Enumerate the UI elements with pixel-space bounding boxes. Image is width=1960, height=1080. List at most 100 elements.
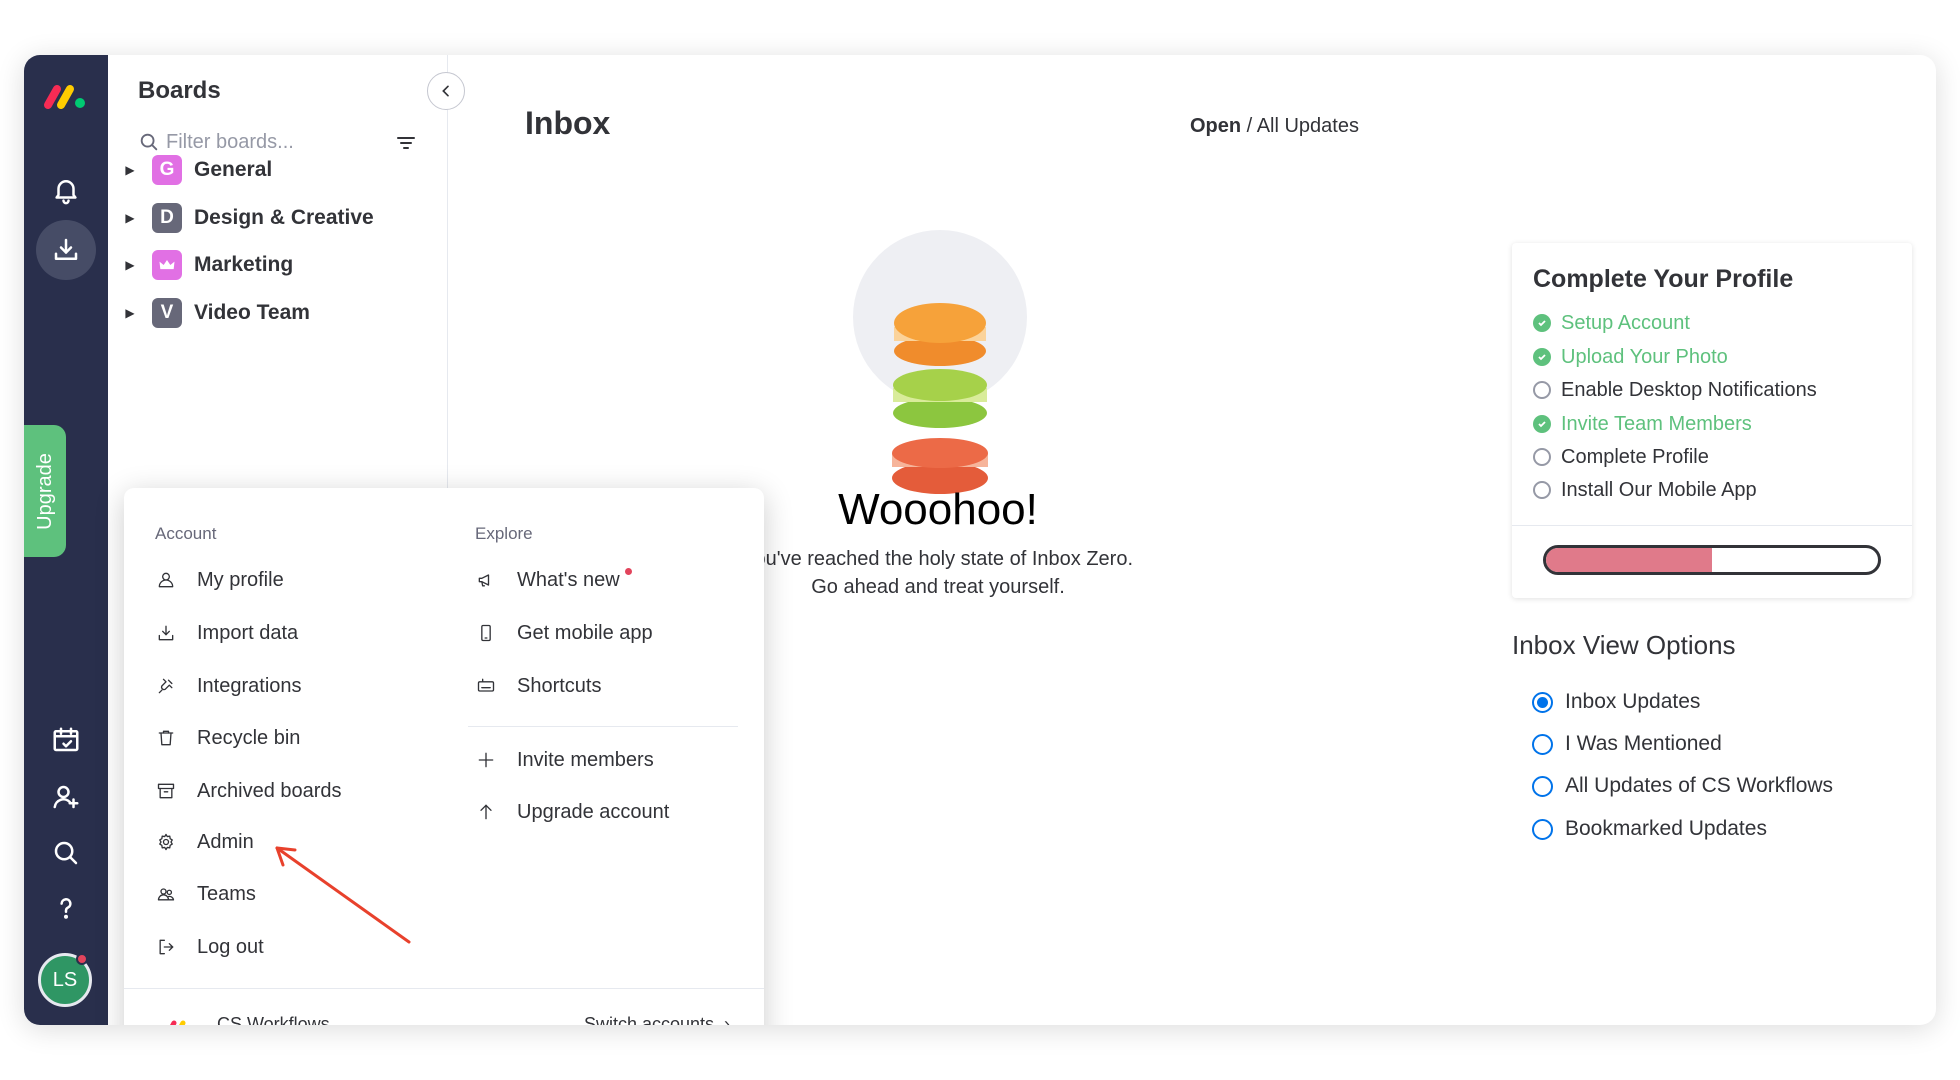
switch-accounts-link[interactable]: Switch accounts › bbox=[584, 1014, 730, 1025]
radio-unselected[interactable] bbox=[1532, 818, 1553, 840]
complete-profile-card: Complete Your Profile Setup Account Uplo… bbox=[1512, 243, 1912, 598]
board-letter-badge: D bbox=[152, 203, 182, 233]
invite-person-icon[interactable] bbox=[34, 767, 98, 827]
archive-box-icon bbox=[155, 780, 177, 802]
gear-icon bbox=[155, 831, 177, 853]
expand-caret-icon[interactable]: ▶ bbox=[118, 211, 142, 225]
menu-item-label: Recycle bin bbox=[197, 726, 301, 749]
explore-heading: Explore bbox=[475, 524, 533, 543]
profile-step-setup-account[interactable]: Setup Account bbox=[1533, 309, 1690, 337]
view-option-bookmarked[interactable]: Bookmarked Updates bbox=[1532, 814, 1767, 844]
view-options-title: Inbox View Options bbox=[1512, 630, 1736, 660]
menu-item-whats-new[interactable]: What's new bbox=[475, 563, 632, 597]
macarons-illustration bbox=[892, 303, 988, 494]
my-work-calendar-icon[interactable] bbox=[34, 710, 98, 770]
workspace-logo-icon bbox=[170, 1020, 186, 1025]
expand-caret-icon[interactable]: ▶ bbox=[118, 163, 142, 177]
profile-step-label: Install Our Mobile App bbox=[1561, 478, 1757, 501]
view-option-all-updates[interactable]: All Updates of CS Workflows bbox=[1532, 771, 1833, 801]
profile-step-desktop-notifications[interactable]: Enable Desktop Notifications bbox=[1533, 376, 1817, 404]
profile-step-invite-team[interactable]: Invite Team Members bbox=[1533, 410, 1752, 438]
profile-step-complete-profile[interactable]: Complete Profile bbox=[1533, 443, 1709, 471]
keyboard-icon bbox=[475, 675, 497, 697]
menu-item-integrations[interactable]: Integrations bbox=[155, 669, 302, 703]
integrations-plug-icon bbox=[155, 675, 177, 697]
view-option-mentioned[interactable]: I Was Mentioned bbox=[1532, 729, 1722, 759]
view-option-inbox-updates[interactable]: Inbox Updates bbox=[1532, 687, 1700, 717]
profile-step-mobile-app[interactable]: Install Our Mobile App bbox=[1533, 476, 1757, 504]
check-circle-icon bbox=[1533, 348, 1551, 366]
divider bbox=[1512, 525, 1912, 526]
board-item-design-creative[interactable]: ▶ D Design & Creative bbox=[118, 198, 418, 238]
person-icon bbox=[155, 569, 177, 591]
notifications-bell-icon[interactable] bbox=[34, 160, 98, 220]
workspace-name: CS Workflows bbox=[217, 1014, 330, 1025]
profile-step-label: Complete Profile bbox=[1561, 445, 1709, 468]
breadcrumb-separator: / bbox=[1241, 115, 1257, 137]
board-label: Video Team bbox=[194, 301, 310, 324]
inbox-download-icon[interactable] bbox=[36, 220, 96, 280]
expand-caret-icon[interactable]: ▶ bbox=[118, 306, 142, 320]
radio-unselected[interactable] bbox=[1532, 733, 1553, 755]
profile-step-upload-photo[interactable]: Upload Your Photo bbox=[1533, 343, 1728, 371]
team-people-icon bbox=[155, 883, 177, 905]
menu-item-label: Admin bbox=[197, 830, 254, 853]
menu-item-import-data[interactable]: Import data bbox=[155, 616, 298, 650]
chevron-left-icon bbox=[442, 85, 449, 97]
radio-selected[interactable] bbox=[1532, 691, 1553, 713]
menu-item-upgrade-account[interactable]: Upgrade account bbox=[475, 795, 669, 829]
switch-accounts-label: Switch accounts bbox=[583, 1014, 714, 1025]
help-question-icon[interactable] bbox=[34, 878, 98, 938]
board-item-general[interactable]: ▶ G General bbox=[118, 150, 418, 190]
avatar-initials: LS bbox=[52, 968, 78, 991]
menu-item-label: Get mobile app bbox=[517, 621, 653, 644]
empty-circle-icon bbox=[1533, 448, 1551, 466]
menu-item-label: Upgrade account bbox=[517, 800, 670, 823]
menu-item-label: Integrations bbox=[197, 674, 302, 697]
menu-item-label: Import data bbox=[197, 621, 299, 644]
annotation-arrow-icon bbox=[275, 846, 411, 944]
search-icon[interactable] bbox=[34, 823, 98, 883]
upgrade-label: Upgrade bbox=[33, 452, 56, 530]
expand-caret-icon[interactable]: ▶ bbox=[118, 258, 142, 272]
mobile-phone-icon bbox=[475, 622, 497, 644]
upgrade-tab[interactable]: Upgrade bbox=[24, 425, 66, 557]
board-item-video-team[interactable]: ▶ V Video Team bbox=[118, 293, 418, 333]
check-circle-icon bbox=[1533, 415, 1551, 433]
empty-circle-icon bbox=[1533, 481, 1551, 499]
menu-item-label: Teams bbox=[197, 882, 256, 905]
menu-item-invite-members[interactable]: Invite members bbox=[475, 743, 654, 777]
page-title: Inbox bbox=[525, 105, 611, 141]
menu-item-recycle-bin[interactable]: Recycle bin bbox=[155, 721, 300, 755]
board-letter-badge: G bbox=[152, 155, 182, 185]
breadcrumb-open[interactable]: Open bbox=[1190, 115, 1241, 137]
menu-item-my-profile[interactable]: My profile bbox=[155, 563, 284, 597]
collapse-panel-button[interactable] bbox=[427, 72, 465, 110]
view-option-label: Bookmarked Updates bbox=[1565, 817, 1767, 840]
view-option-label: I Was Mentioned bbox=[1565, 732, 1722, 755]
account-menu: Account Explore My profile Import data I… bbox=[124, 488, 764, 1025]
breadcrumb-all-updates[interactable]: All Updates bbox=[1257, 115, 1359, 137]
board-label: General bbox=[194, 158, 273, 181]
radio-unselected[interactable] bbox=[1532, 775, 1553, 797]
board-item-marketing[interactable]: ▶ Marketing bbox=[118, 245, 418, 285]
menu-item-label: Archived boards bbox=[197, 779, 342, 802]
menu-item-label: Log out bbox=[197, 935, 264, 958]
new-indicator-dot bbox=[624, 567, 632, 575]
menu-item-admin[interactable]: Admin bbox=[155, 825, 254, 859]
menu-item-log-out[interactable]: Log out bbox=[155, 930, 264, 964]
board-letter-badge: V bbox=[152, 298, 182, 328]
account-heading: Account bbox=[155, 524, 217, 543]
breadcrumb: Open / All Updates bbox=[1190, 115, 1359, 138]
profile-card-title: Complete Your Profile bbox=[1533, 265, 1794, 293]
logout-icon bbox=[155, 936, 177, 958]
plus-icon bbox=[475, 749, 497, 771]
menu-item-teams[interactable]: Teams bbox=[155, 877, 256, 911]
trash-icon bbox=[155, 727, 177, 749]
profile-progress-fill bbox=[1546, 548, 1712, 572]
monday-logo-icon[interactable] bbox=[42, 75, 90, 115]
menu-item-get-mobile-app[interactable]: Get mobile app bbox=[475, 616, 653, 650]
menu-item-archived-boards[interactable]: Archived boards bbox=[155, 774, 342, 808]
menu-item-shortcuts[interactable]: Shortcuts bbox=[475, 669, 601, 703]
profile-step-label: Invite Team Members bbox=[1561, 412, 1752, 435]
